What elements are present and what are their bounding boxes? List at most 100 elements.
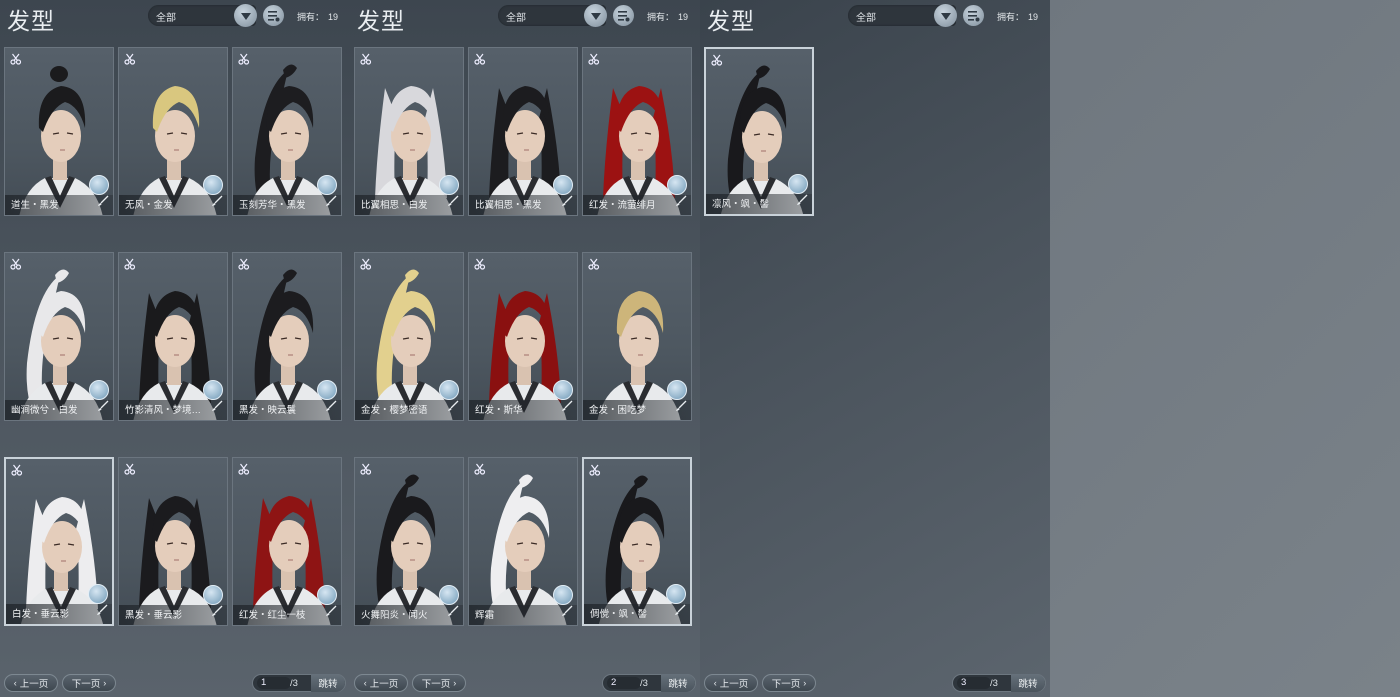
comb-icon xyxy=(553,380,573,400)
hairstyle-card[interactable]: 红发・红尘一枝 xyxy=(232,457,342,626)
owned-count: 拥有： 19 xyxy=(647,10,688,23)
page-number-input[interactable]: 1 xyxy=(257,677,291,689)
sort-settings-button[interactable] xyxy=(963,5,984,26)
filter-dropdown[interactable]: 全部 xyxy=(848,4,957,27)
chevron-down-icon[interactable] xyxy=(934,4,957,27)
prev-page-button[interactable]: ‹ 上一页 xyxy=(704,674,758,692)
page-total: /3 xyxy=(990,678,998,689)
comb-icon xyxy=(203,175,223,195)
scissors-icon[interactable] xyxy=(360,52,372,70)
chevron-left-icon: ‹ xyxy=(363,678,367,688)
comb-icon xyxy=(89,380,109,400)
brush-icon xyxy=(325,399,337,417)
sort-settings-button[interactable] xyxy=(613,5,634,26)
hairstyle-card[interactable]: 道生・黑发 xyxy=(4,47,114,216)
hairstyle-card[interactable]: 比翼相思・黑发 xyxy=(468,47,578,216)
sort-settings-button[interactable] xyxy=(263,5,284,26)
page-total: /3 xyxy=(640,678,648,689)
comb-icon xyxy=(667,380,687,400)
prev-page-button[interactable]: ‹ 上一页 xyxy=(4,674,58,692)
chevron-right-icon: › xyxy=(453,678,457,688)
hairstyle-card[interactable]: 无风・金发 xyxy=(118,47,228,216)
scissors-icon[interactable] xyxy=(711,53,723,71)
hairstyle-card[interactable]: 白发・垂云影 xyxy=(4,457,114,626)
hairstyle-card[interactable]: 红发・流萤绯月 xyxy=(582,47,692,216)
hairstyle-card[interactable]: 火舞阳炎・闻火 xyxy=(354,457,464,626)
filter-value: 全部 xyxy=(506,13,526,24)
hairstyle-name: 幽涧微兮・白发 xyxy=(11,405,78,416)
jump-button[interactable]: 跳转 xyxy=(1011,674,1045,692)
jump-button[interactable]: 跳转 xyxy=(311,674,345,692)
hairstyle-card[interactable]: 金发・樱梦密语 xyxy=(354,252,464,421)
hairstyle-card[interactable]: 比翼相思・白发 xyxy=(354,47,464,216)
scissors-icon[interactable] xyxy=(588,257,600,275)
prev-page-button[interactable]: ‹ 上一页 xyxy=(354,674,408,692)
hairstyle-name: 黑发・垂云影 xyxy=(125,610,183,621)
next-page-button[interactable]: 下一页 › xyxy=(762,674,816,692)
hairstyle-card[interactable]: 幽涧微兮・白发 xyxy=(4,252,114,421)
scissors-icon[interactable] xyxy=(11,463,23,481)
page-number-input[interactable]: 3 xyxy=(957,677,991,689)
scissors-icon[interactable] xyxy=(124,52,136,70)
filter-dropdown[interactable]: 全部 xyxy=(498,4,607,27)
hairstyle-name: 道生・黑发 xyxy=(11,200,59,211)
scissors-icon[interactable] xyxy=(360,462,372,480)
hairstyle-card[interactable]: 金发・困吃梦 xyxy=(582,252,692,421)
hairstyle-card[interactable]: 竹影清风・梦境… xyxy=(118,252,228,421)
brush-icon xyxy=(447,604,459,622)
hairstyle-card[interactable]: 红发・斯华 xyxy=(468,252,578,421)
scissors-icon[interactable] xyxy=(124,462,136,480)
brush-icon xyxy=(561,604,573,622)
scissors-icon[interactable] xyxy=(10,52,22,70)
prev-page-label: 上一页 xyxy=(719,679,749,690)
owned-label: 拥有： xyxy=(297,12,325,22)
next-page-button[interactable]: 下一页 › xyxy=(412,674,466,692)
scissors-icon[interactable] xyxy=(360,257,372,275)
jump-button[interactable]: 跳转 xyxy=(661,674,695,692)
chevron-down-icon[interactable] xyxy=(584,4,607,27)
chevron-left-icon: ‹ xyxy=(713,678,717,688)
owned-label: 拥有： xyxy=(647,12,675,22)
hairstyle-card[interactable]: 辉霜 xyxy=(468,457,578,626)
owned-number: 19 xyxy=(1028,12,1039,22)
scissors-icon[interactable] xyxy=(589,463,601,481)
page-number-input[interactable]: 2 xyxy=(607,677,641,689)
comb-icon xyxy=(439,380,459,400)
chevron-left-icon: ‹ xyxy=(13,678,17,688)
sort-icon xyxy=(618,10,630,21)
hairstyle-name: 比翼相思・白发 xyxy=(361,200,428,211)
page-title: 发型 xyxy=(707,9,755,35)
hairstyle-card[interactable]: 凛风・飒・髻 xyxy=(704,47,814,216)
scissors-icon[interactable] xyxy=(124,257,136,275)
scissors-icon[interactable] xyxy=(588,52,600,70)
page-total: /3 xyxy=(290,678,298,689)
next-page-label: 下一页 xyxy=(421,679,451,690)
brush-icon xyxy=(96,603,108,621)
scissors-icon[interactable] xyxy=(238,257,250,275)
hairstyle-card[interactable]: 黑发・垂云影 xyxy=(118,457,228,626)
filter-dropdown[interactable]: 全部 xyxy=(148,4,257,27)
owned-number: 19 xyxy=(678,12,689,22)
scissors-icon[interactable] xyxy=(474,257,486,275)
scissors-icon[interactable] xyxy=(474,462,486,480)
comb-icon xyxy=(317,380,337,400)
scissors-icon[interactable] xyxy=(238,52,250,70)
brush-icon xyxy=(325,194,337,212)
comb-icon xyxy=(317,585,337,605)
scissors-icon[interactable] xyxy=(238,462,250,480)
next-page-button[interactable]: 下一页 › xyxy=(62,674,116,692)
hairstyle-name: 辉霜 xyxy=(475,610,495,621)
chevron-down-icon[interactable] xyxy=(234,4,257,27)
next-page-label: 下一页 xyxy=(71,679,101,690)
hairstyle-card[interactable]: 倜傥・飒・髻 xyxy=(582,457,692,626)
scissors-icon[interactable] xyxy=(474,52,486,70)
brush-icon xyxy=(561,194,573,212)
hairstyle-card[interactable]: 玉刻芳华・黑发 xyxy=(232,47,342,216)
scissors-icon[interactable] xyxy=(10,257,22,275)
page-title: 发型 xyxy=(7,9,55,35)
comb-icon xyxy=(439,585,459,605)
hairstyle-card[interactable]: 黑发・映云鬟 xyxy=(232,252,342,421)
filter-value: 全部 xyxy=(856,13,876,24)
owned-count: 拥有： 19 xyxy=(297,10,338,23)
brush-icon xyxy=(675,194,687,212)
